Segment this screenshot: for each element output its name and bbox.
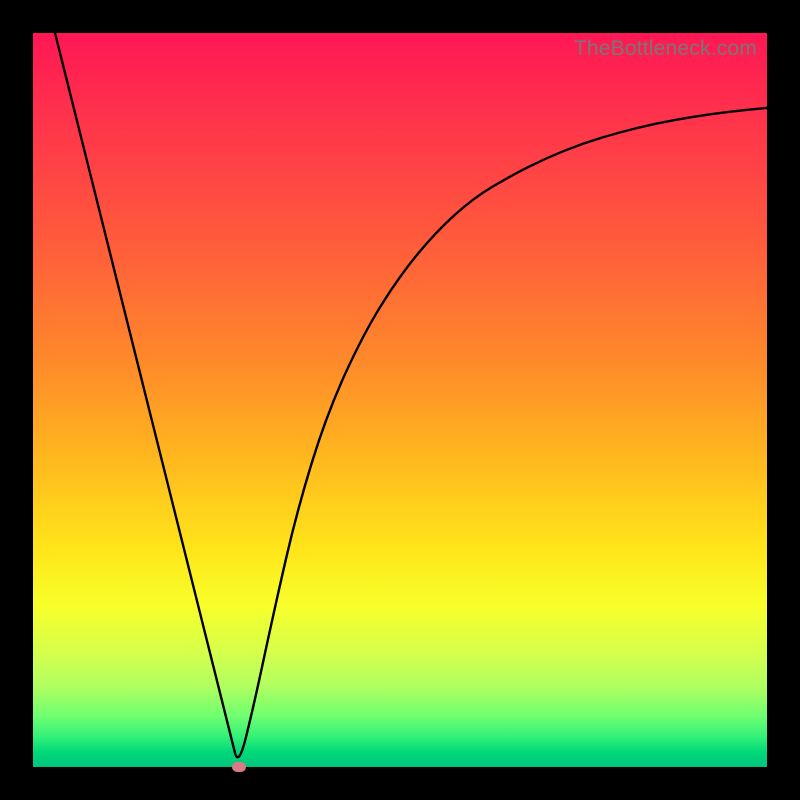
chart-frame: TheBottleneck.com (0, 0, 800, 800)
curve-svg (33, 33, 767, 767)
bottleneck-curve (55, 33, 767, 757)
plot-area: TheBottleneck.com (33, 33, 767, 767)
minimum-marker (232, 762, 246, 772)
